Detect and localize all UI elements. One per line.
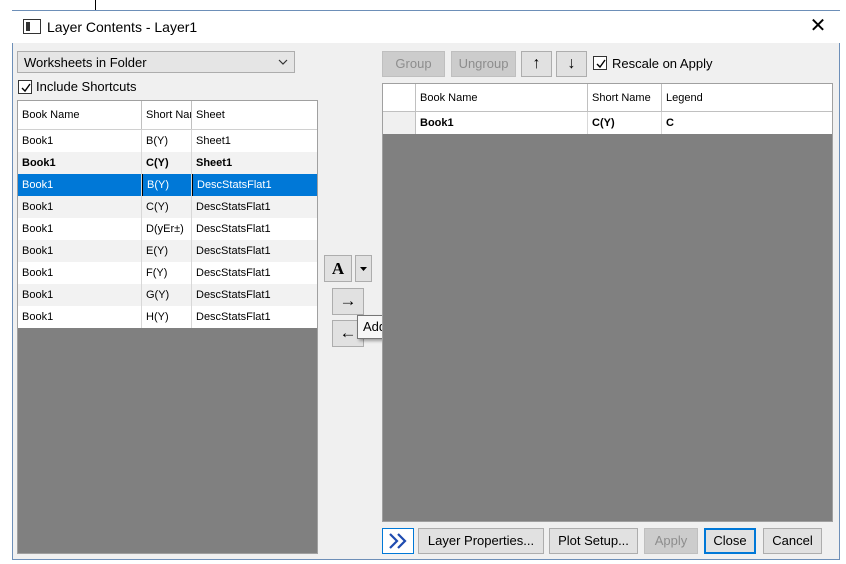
triangle-down-icon	[360, 267, 367, 271]
expand-button[interactable]	[382, 528, 414, 554]
ungroup-button[interactable]: Ungroup	[451, 51, 516, 77]
rescale-on-apply-checkbox[interactable]	[593, 56, 607, 70]
cell-sheet: DescStatsFlat1	[196, 223, 271, 235]
table-row[interactable]: Book1 H(Y) DescStatsFlat1	[18, 306, 317, 328]
cell-sheet: DescStatsFlat1	[192, 174, 317, 196]
cell-sheet: Sheet1	[196, 157, 233, 169]
cell-book-name: Book1	[18, 130, 142, 152]
column-header-book-name[interactable]: Book Name	[416, 84, 588, 111]
cell-sheet: DescStatsFlat1	[196, 201, 271, 213]
column-header-book-name[interactable]: Book Name	[18, 101, 142, 129]
cell-book-name: Book1	[18, 284, 142, 306]
cell-sheet: DescStatsFlat1	[196, 245, 271, 257]
cell-short-name: F(Y)	[142, 262, 192, 284]
close-window-icon[interactable]: ✕	[808, 16, 828, 36]
cell-sheet: Sheet1	[196, 135, 231, 147]
column-header-legend[interactable]: Legend	[662, 84, 832, 111]
plot-type-button[interactable]: A	[324, 255, 352, 282]
table-row[interactable]: Book1 E(Y) DescStatsFlat1	[18, 240, 317, 262]
cell-short-name: B(Y)	[142, 130, 192, 152]
plot-type-dropdown[interactable]	[355, 255, 372, 282]
cancel-button[interactable]: Cancel	[763, 528, 822, 554]
cell-short-name: C(Y)	[588, 112, 662, 134]
cell-short-name: C(Y)	[142, 152, 192, 174]
include-shortcuts-checkbox[interactable]	[18, 80, 32, 94]
cell-short-name: B(Y)	[142, 174, 192, 196]
cell-legend: C	[666, 117, 674, 129]
layer-plots-grid[interactable]: Book Name Short Name Legend Book1 C(Y) C	[382, 83, 833, 522]
worksheet-grid[interactable]: Book Name Short Nar Sheet Book1 B(Y) Sheet…	[17, 100, 318, 554]
cell-book-name: Book1	[18, 240, 142, 262]
cell-book-name: Book1	[18, 306, 142, 328]
table-row[interactable]: Book1 G(Y) DescStatsFlat1	[18, 284, 317, 306]
window-icon	[23, 19, 41, 34]
column-header-short-name[interactable]: Short Nar	[142, 101, 192, 129]
cell-book-name: Book1	[416, 112, 588, 134]
cell-short-name: G(Y)	[142, 284, 192, 306]
cell-book-name: Book1	[18, 174, 142, 196]
cell-book-name: Book1	[18, 218, 142, 240]
double-chevron-right-icon	[389, 533, 407, 549]
row-selector-header	[383, 84, 416, 111]
source-select[interactable]: Worksheets in Folder	[17, 51, 295, 73]
table-row[interactable]: Book1 C(Y) DescStatsFlat1	[18, 196, 317, 218]
cell-book-name: Book1	[18, 262, 142, 284]
cell-book-name: Book1	[18, 152, 142, 174]
window-title: Layer Contents - Layer1	[47, 19, 198, 35]
cell-short-name: C(Y)	[142, 196, 192, 218]
close-button[interactable]: Close	[704, 528, 756, 554]
rescale-on-apply-label: Rescale on Apply	[612, 56, 713, 71]
grid-header: Book Name Short Nar Sheet	[18, 101, 317, 130]
move-up-button[interactable]: ↑	[521, 51, 552, 77]
table-row[interactable]: Book1 C(Y) C	[383, 112, 832, 134]
cell-short-name: D(yEr±)	[142, 218, 192, 240]
cell-sheet: DescStatsFlat1	[196, 311, 271, 323]
plots-grid-header: Book Name Short Name Legend	[383, 84, 832, 112]
chevron-down-icon[interactable]	[276, 55, 290, 69]
table-row[interactable]: Book1 D(yEr±) DescStatsFlat1	[18, 218, 317, 240]
cursor-line	[95, 0, 96, 10]
move-down-button[interactable]: ↓	[556, 51, 587, 77]
cell-short-name: H(Y)	[142, 306, 192, 328]
cell-book-name: Book1	[18, 196, 142, 218]
layer-properties-button[interactable]: Layer Properties...	[418, 528, 544, 554]
table-row[interactable]: Book1 B(Y) DescStatsFlat1	[18, 174, 317, 196]
add-plot-button[interactable]: →	[332, 288, 364, 315]
table-row[interactable]: Book1 B(Y) Sheet1	[18, 130, 317, 152]
plot-setup-button[interactable]: Plot Setup...	[549, 528, 638, 554]
row-selector[interactable]	[383, 112, 416, 134]
table-row[interactable]: Book1 F(Y) DescStatsFlat1	[18, 262, 317, 284]
table-row[interactable]: Book1 C(Y) Sheet1	[18, 152, 317, 174]
column-header-short-name[interactable]: Short Name	[588, 84, 662, 111]
group-button[interactable]: Group	[382, 51, 445, 77]
include-shortcuts-label: Include Shortcuts	[36, 79, 137, 94]
cell-sheet: DescStatsFlat1	[196, 289, 271, 301]
cell-sheet: DescStatsFlat1	[196, 267, 271, 279]
column-header-sheet[interactable]: Sheet	[192, 101, 317, 129]
apply-button[interactable]: Apply	[644, 528, 698, 554]
cell-short-name: E(Y)	[142, 240, 192, 262]
